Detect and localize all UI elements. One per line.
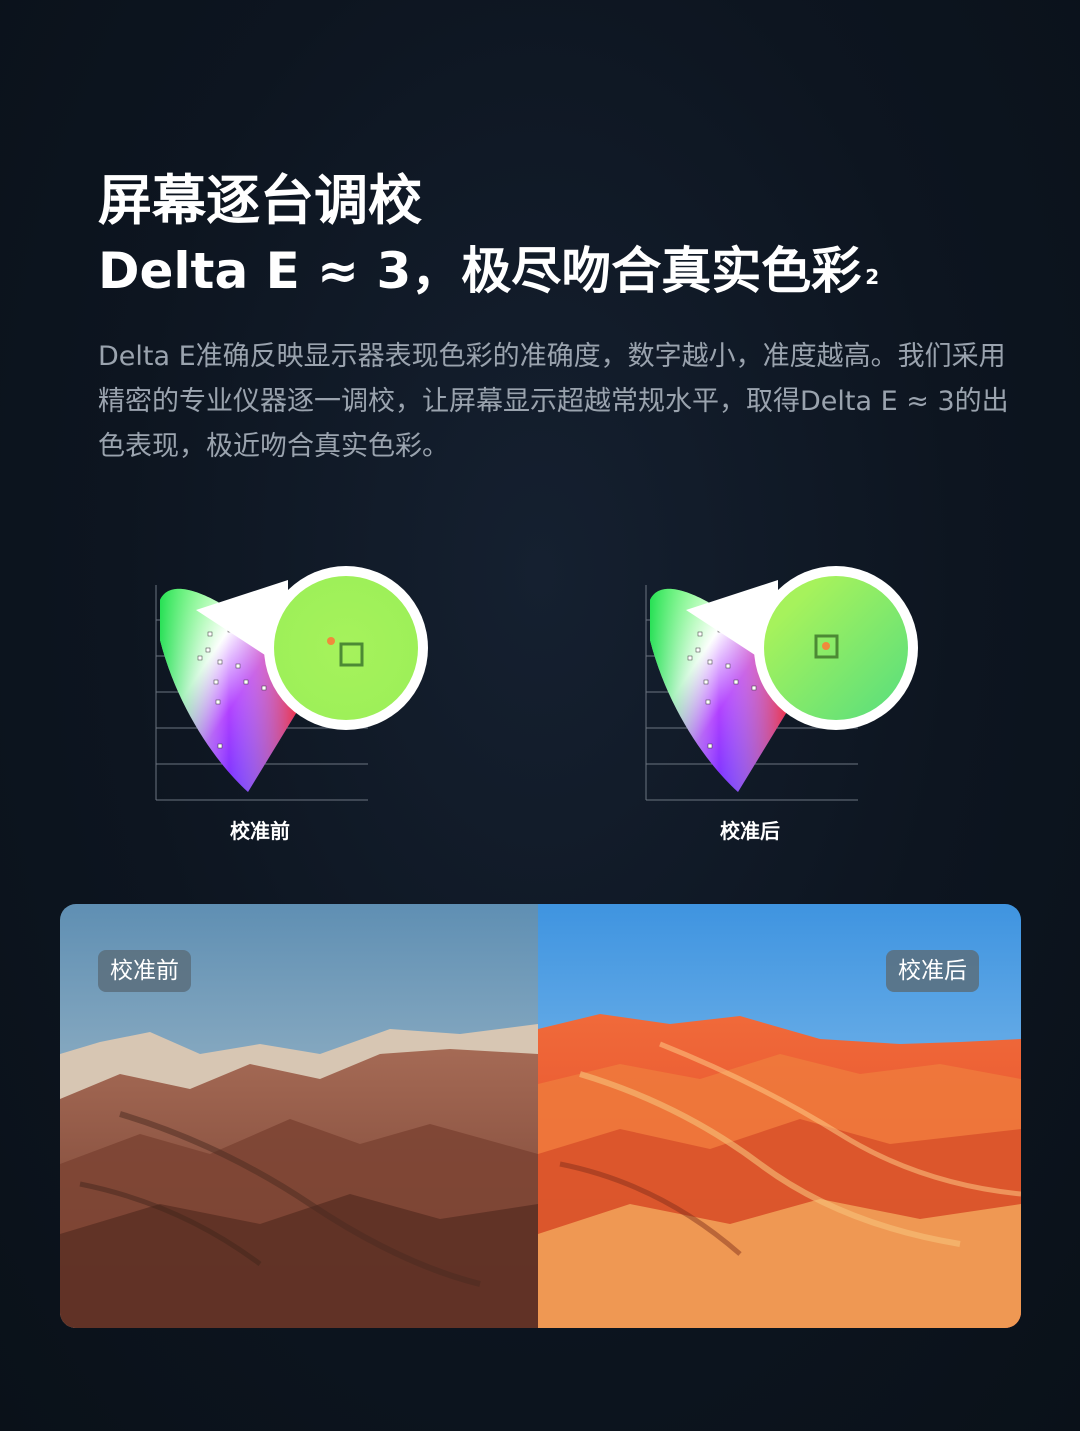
gamut-caption-after: 校准后 [720, 819, 780, 843]
gamut-caption-before: 校准前 [230, 819, 290, 843]
gamut-diagram-before: 校准前 [148, 560, 448, 850]
description-text: Delta E准确反映显示器表现色彩的准确度，数字越小，准度越高。我们采用精密的… [98, 341, 1009, 462]
gamut-diagram-after: 校准后 [638, 560, 938, 850]
cie-chart-after [645, 566, 918, 801]
title-line-1: 屏幕逐台调校 [98, 169, 422, 232]
footnote-marker: 2 [865, 265, 880, 289]
page-title: 屏幕逐台调校 Delta E ≈ 3，极尽吻合真实色彩 2 [98, 168, 879, 308]
landscape-illustration [60, 904, 1021, 1328]
landscape-comparison-image: 校准前 校准后 [60, 904, 1021, 1328]
photo-label-before: 校准前 [98, 950, 191, 992]
cie-chart-before [155, 566, 428, 801]
title-line-2-text: Delta E ≈ 3，极尽吻合真实色彩 [98, 242, 862, 300]
photo-label-after: 校准后 [886, 950, 979, 992]
title-line-2: Delta E ≈ 3，极尽吻合真实色彩 2 [98, 234, 879, 308]
